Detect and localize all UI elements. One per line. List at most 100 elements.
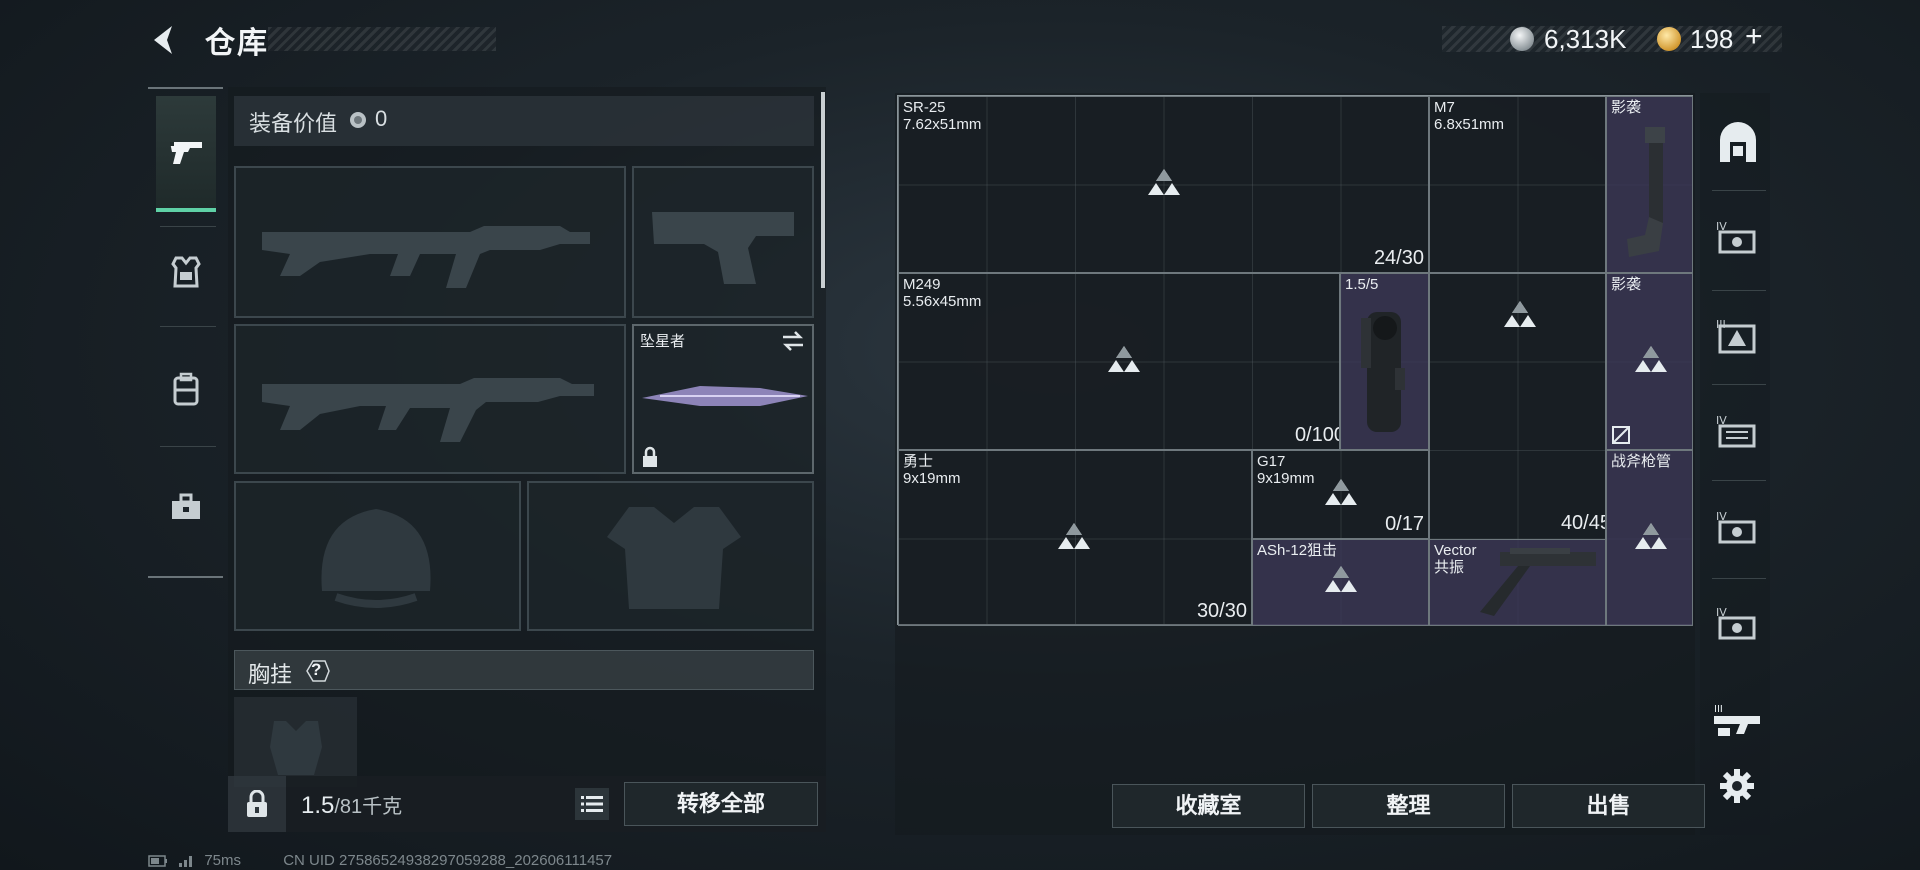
primary-weapon-slot[interactable] (234, 166, 626, 318)
item-name: 1.5/5 (1345, 276, 1379, 293)
sidebar-divider (1712, 384, 1766, 385)
unknown-item-icon (1148, 169, 1180, 195)
item-count: 24/30 (1373, 247, 1424, 269)
unknown-item-icon (1635, 523, 1667, 549)
chest-rig-label: 胸挂 (248, 662, 293, 687)
sidearm-slot[interactable] (632, 166, 814, 318)
item-name: 勇士 (903, 453, 934, 470)
item-name: 影袭 (1611, 99, 1642, 116)
case-iv-icon[interactable]: IV (1716, 218, 1760, 258)
weapon-workbench-icon[interactable]: III (1712, 702, 1762, 742)
stash-item[interactable]: SR-25 7.62x51mm 24/30 (898, 96, 1429, 273)
helmet-silhouette-icon (321, 509, 431, 608)
stash-item[interactable]: M7 6.8x51mm (1429, 96, 1606, 273)
case-warning-icon[interactable]: III (1716, 316, 1760, 356)
stash-grid: SR-25 7.62x51mm 24/30 M7 6.8x51mm 影袭 M24… (897, 95, 1693, 626)
sidebar-divider (1712, 290, 1766, 291)
title-decoration (268, 27, 496, 51)
case-iv-icon[interactable]: IV (1716, 604, 1760, 644)
tab-divider (160, 446, 216, 447)
transfer-all-button[interactable]: 转移全部 (624, 782, 818, 826)
gear-icon[interactable] (1719, 768, 1755, 804)
grip-attachment-icon (1480, 548, 1596, 616)
stash-item[interactable]: 影袭 (1606, 273, 1693, 450)
backpack-icon[interactable] (164, 368, 208, 412)
battery-icon (148, 855, 167, 867)
safehouse-icon[interactable] (1716, 122, 1760, 166)
silver-coin-icon (350, 112, 366, 128)
item-caliber: 9x19mm (1257, 470, 1315, 487)
stash-item[interactable]: G17 9x19mm 0/17 (1252, 450, 1429, 539)
item-name: G17 (1257, 453, 1286, 470)
case-iv-icon[interactable]: IV (1716, 412, 1760, 452)
pistol-icon[interactable] (164, 130, 208, 174)
stash-item[interactable]: 勇士 9x19mm 30/30 (898, 450, 1252, 626)
item-caliber: 7.62x51mm (903, 116, 982, 133)
rifle-silhouette-icon (262, 378, 594, 442)
vest-icon[interactable] (164, 250, 208, 294)
gold-coin-icon (1657, 27, 1681, 51)
gold-currency-value: 198 (1690, 24, 1734, 54)
unknown-item-icon (1635, 346, 1667, 372)
item-name: ASh-12狙击 (1257, 542, 1338, 559)
list-view-button[interactable] (575, 788, 609, 820)
pistol-silhouette-icon (652, 212, 794, 284)
toolbox-icon[interactable] (164, 486, 208, 530)
item-count: 0/17 (1385, 513, 1424, 535)
current-weight: 1.5 (301, 792, 335, 819)
chest-rig-slot[interactable] (234, 697, 357, 787)
sidebar-divider (1712, 480, 1766, 481)
armor-silhouette-icon (607, 507, 741, 609)
helmet-slot[interactable] (234, 481, 521, 631)
item-count: 0/100 (1294, 424, 1340, 446)
stash-item[interactable]: ASh-12狙击 (1252, 539, 1429, 626)
item-caliber: 9x19mm (903, 470, 961, 487)
collection-room-button[interactable]: 收藏室 (1112, 784, 1305, 828)
item-name: 战斧枪管 (1611, 453, 1672, 470)
unknown-item-icon (1325, 566, 1357, 592)
melee-blade-icon (642, 386, 808, 406)
weight-readout: 1.5/81千克 (301, 790, 402, 820)
item-name: 影袭 (1611, 276, 1642, 293)
max-weight: /81千克 (334, 796, 403, 818)
loadout-scrollbar[interactable] (821, 92, 825, 288)
tab-divider (160, 226, 216, 227)
sidebar-divider (1712, 190, 1766, 191)
lock-toggle[interactable] (228, 776, 286, 832)
stash-item[interactable]: Vector 共振 (1429, 539, 1606, 626)
organize-button[interactable]: 整理 (1312, 784, 1505, 828)
equipment-value-label: 装备价值 (249, 111, 338, 136)
melee-item-name: 坠星者 (640, 333, 686, 350)
equipment-value-number: 0 (375, 106, 388, 131)
sidebar-divider (1712, 578, 1766, 579)
stash-item[interactable]: 40/45 (1429, 273, 1606, 540)
unknown-item-icon (1108, 346, 1140, 372)
stash-item[interactable]: 1.5/5 (1340, 273, 1429, 450)
chest-rig-silhouette-icon (270, 721, 322, 775)
secondary-weapon-slot[interactable] (234, 324, 626, 474)
rifle-silhouette-icon (262, 226, 590, 288)
add-currency-button[interactable]: + (1745, 20, 1763, 54)
list-icon (581, 796, 603, 812)
stash-item[interactable]: 战斧枪管 (1606, 450, 1693, 626)
stash-item[interactable]: M249 5.56x45mm 0/100 (898, 273, 1340, 450)
swap-icon[interactable] (780, 330, 806, 352)
sell-button[interactable]: 出售 (1512, 784, 1705, 828)
stock-attachment-icon (1627, 127, 1665, 257)
ping-value: 75ms (204, 852, 242, 869)
back-arrow-icon[interactable] (148, 22, 184, 58)
silver-currency-value: 6,313K (1544, 24, 1627, 54)
user-id: CN UID 27586524938297059288_202606111457 (283, 852, 613, 869)
case-iv-icon[interactable]: IV (1716, 508, 1760, 548)
signal-icon (179, 856, 193, 868)
item-count: 40/45 (1560, 512, 1606, 534)
body-armor-slot[interactable] (527, 481, 814, 631)
item-variant: 共振 (1434, 559, 1465, 576)
melee-slot[interactable]: 坠星者 (632, 324, 814, 474)
stash-item[interactable]: 影袭 (1606, 96, 1693, 273)
help-icon[interactable]: ? (301, 659, 331, 683)
unknown-item-icon (1058, 523, 1090, 549)
item-count: 30/30 (1196, 600, 1247, 622)
unknown-item-icon (1325, 479, 1357, 505)
silver-coin-icon (1510, 27, 1534, 51)
